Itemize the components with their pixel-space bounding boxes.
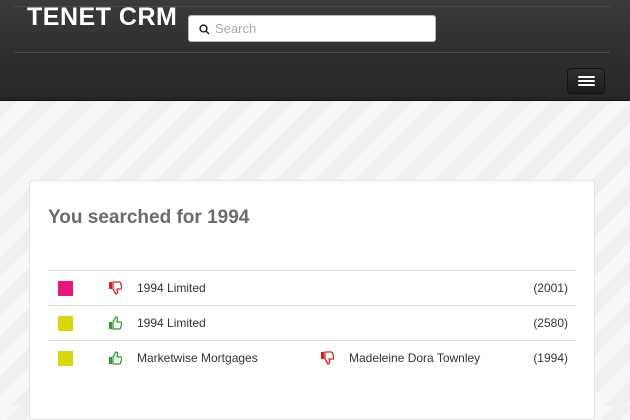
search-results-panel: You searched for 1994 1994 Limited (2001)…	[29, 180, 595, 420]
result-row[interactable]: Marketwise Mortgages Madeleine Dora Townl…	[48, 340, 576, 375]
result-name-link[interactable]: Marketwise Mortgages	[137, 351, 258, 365]
top-navbar: TENET CRM	[0, 0, 630, 101]
navbar-divider-bottom	[14, 52, 610, 53]
result-name-link[interactable]: 1994 Limited	[137, 316, 206, 330]
brand-logo[interactable]: TENET CRM	[27, 3, 177, 32]
menu-toggle-button[interactable]	[567, 68, 605, 94]
result-number: (2001)	[533, 281, 568, 295]
search-input[interactable]	[215, 18, 425, 39]
result-row[interactable]: 1994 Limited (2001)	[48, 270, 576, 305]
result-row[interactable]: 1994 Limited (2580)	[48, 305, 576, 340]
thumbs-up-icon	[108, 351, 123, 365]
result-number: (1994)	[533, 351, 568, 365]
related-contact-link[interactable]: Madeleine Dora Townley	[349, 351, 480, 365]
search-box[interactable]	[188, 15, 436, 42]
thumbs-down-icon	[320, 351, 335, 365]
status-color-swatch	[58, 281, 73, 296]
results-list: 1994 Limited (2001) 1994 Limited (2580) Mark…	[48, 270, 576, 375]
result-name-link[interactable]: 1994 Limited	[137, 281, 206, 295]
status-color-swatch	[58, 351, 73, 366]
status-color-swatch	[58, 316, 73, 331]
result-number: (2580)	[533, 316, 568, 330]
thumbs-down-icon	[108, 281, 123, 295]
page-title: You searched for 1994	[48, 207, 250, 228]
thumbs-up-icon	[108, 316, 123, 330]
hamburger-menu-icon	[578, 76, 595, 78]
search-icon	[199, 22, 210, 40]
